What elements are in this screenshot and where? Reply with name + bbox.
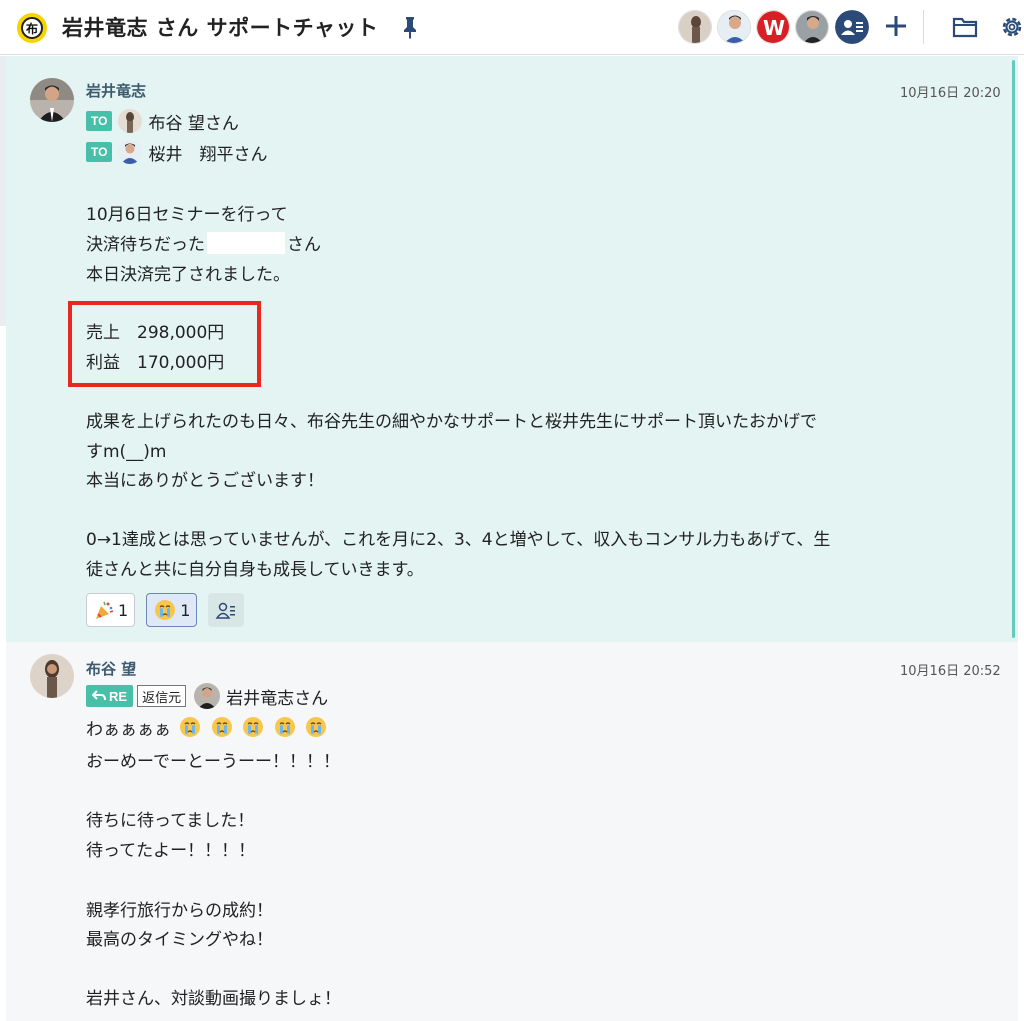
mention-name: 布谷 望さん (148, 113, 239, 134)
crying-face-icon (211, 717, 232, 737)
header-divider (923, 10, 924, 44)
crying-face-icon (243, 717, 264, 737)
reaction-users-button[interactable] (208, 593, 245, 627)
to-mention-row: TO 桜井 翔平さん (86, 139, 267, 165)
message-text: 親孝行旅行からの成約！ (86, 901, 273, 921)
room-title: 岩井竜志 さん サポートチャット (62, 16, 379, 40)
room-icon-char: 布 (21, 17, 43, 39)
message-text: 待ちに待ってました！ (86, 811, 255, 831)
redacted-name (207, 232, 285, 254)
reply-badge-label: RE (109, 688, 128, 704)
message-text-part: わぁぁぁぁ (86, 720, 171, 740)
message-timeline[interactable]: 岩井竜志 10月16日 20:20 TO 布谷 望さん TO 桜井 翔平さん 1… (0, 56, 1024, 1021)
reply-target-name: 岩井竜志さん (226, 688, 329, 709)
reply-source-label[interactable]: 返信元 (137, 685, 187, 707)
crying-face-icon (180, 717, 201, 737)
reaction-bar: 1 1 (86, 593, 255, 627)
message-text: 10月6日セミナーを行って (86, 205, 288, 225)
settings-gear-icon[interactable] (998, 13, 1024, 41)
member-avatar-4[interactable] (795, 10, 829, 44)
crying-face-icon (274, 717, 295, 737)
message-text: 待ってたよー！！！！ (86, 841, 256, 861)
reply-row[interactable]: RE 返信元 岩井竜志さん (86, 683, 329, 709)
to-badge: TO (86, 142, 113, 162)
mention-avatar-nunotani (118, 109, 143, 133)
member-avatar-1[interactable] (678, 10, 712, 44)
crying-face-icon (155, 600, 176, 620)
reacted-users-icon (215, 602, 236, 619)
message-text-part: 決済待ちだった (86, 235, 205, 255)
message-text: 成果を上げられたのも日々、布谷先生の細やかなサポートと桜井先生にサポート頂いたお… (86, 412, 817, 432)
sender-avatar-nunotani[interactable] (30, 654, 74, 698)
message-text: 決済待ちだった さん (86, 230, 321, 255)
reply-badge[interactable]: RE (86, 685, 134, 707)
sender-avatar-iwai[interactable] (30, 78, 74, 122)
member-avatar-3[interactable]: W (756, 10, 790, 44)
message-text: すm(__)m (86, 442, 167, 462)
message-text-part: さん (287, 235, 321, 255)
mention-avatar-sakurai (118, 140, 143, 164)
message-timestamp: 10月16日 20:20 (900, 86, 1001, 101)
pin-icon[interactable] (400, 15, 420, 39)
highlight-box (68, 301, 261, 387)
message-text: 0→1達成とは思っていませんが、これを月に2、3、4と増やして、収入もコンサル力… (86, 530, 831, 550)
member-avatar-2[interactable] (717, 10, 751, 44)
message-text: わぁぁぁぁ (86, 715, 328, 740)
message-text: 最高のタイミングやね！ (86, 930, 273, 950)
message-text: 本当にありがとうございます！ (86, 471, 324, 491)
member-list-icon[interactable] (835, 10, 869, 44)
svg-text:W: W (763, 16, 785, 40)
reply-avatar-iwai (194, 683, 221, 709)
sender-name[interactable]: 岩井竜志 (86, 80, 146, 101)
crying-face-icon (306, 717, 327, 737)
to-mention-row: TO 布谷 望さん (86, 108, 239, 134)
reaction-count: 1 (118, 600, 129, 620)
reply-arrow-icon (92, 690, 106, 701)
reaction-count: 1 (180, 600, 191, 620)
add-member-icon[interactable] (882, 12, 910, 40)
mention-name: 桜井 翔平さん (148, 144, 268, 165)
message-timestamp: 10月16日 20:52 (900, 664, 1001, 679)
sender-name[interactable]: 布谷 望 (86, 658, 136, 679)
message-text: 本日決済完了されました。 (86, 265, 290, 285)
chat-header: 布 岩井竜志 さん サポートチャット W (0, 0, 1024, 55)
message-text: 岩井さん、対談動画撮りましょ！ (86, 989, 341, 1009)
message-text: おーめーでーとーうーー！！！！ (86, 752, 340, 772)
room-icon[interactable]: 布 (17, 13, 47, 43)
to-badge: TO (86, 111, 113, 131)
reaction-party[interactable]: 1 (86, 593, 136, 627)
reaction-crying[interactable]: 1 (146, 593, 198, 627)
folder-icon[interactable] (951, 15, 979, 39)
message-text: 徒さんと共に自分自身も成長していきます。 (86, 560, 424, 580)
party-popper-icon (96, 601, 114, 619)
scrollbar-thumb[interactable] (1012, 60, 1015, 638)
